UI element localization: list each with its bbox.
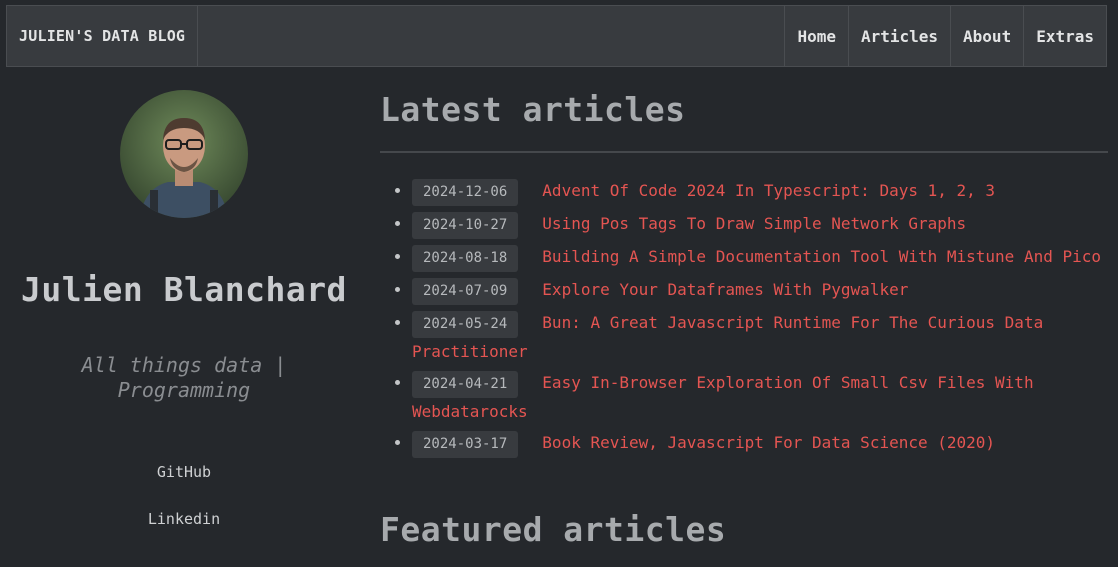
- list-item: 2024-12-06 Advent Of Code 2024 In Typescr…: [412, 177, 1108, 206]
- list-item: 2024-10-27 Using Pos Tags To Draw Simple …: [412, 210, 1108, 239]
- article-date: 2024-10-27: [412, 212, 519, 239]
- article-date: 2024-03-17: [412, 431, 519, 458]
- list-item: 2024-08-18 Building A Simple Documentatio…: [412, 243, 1108, 272]
- article-date: 2024-04-21: [412, 371, 519, 398]
- article-date: 2024-08-18: [412, 245, 519, 272]
- main-content: Latest articles 2024-12-06 Advent Of Code…: [380, 90, 1108, 462]
- author-name: Julien Blanchard: [21, 270, 347, 309]
- article-link[interactable]: Book Review, Javascript For Data Science…: [542, 433, 995, 452]
- article-link[interactable]: Explore Your Dataframes With Pygwalker: [542, 280, 908, 299]
- list-item: 2024-04-21Easy In-Browser Exploration Of…: [412, 369, 1108, 425]
- github-link[interactable]: GitHub: [6, 463, 362, 481]
- nav-articles[interactable]: Articles: [847, 6, 950, 66]
- site-brand-link[interactable]: JULIEN'S DATA BLOG: [7, 6, 199, 66]
- article-link[interactable]: Using Pos Tags To Draw Simple Network Gr…: [542, 214, 966, 233]
- nav-about[interactable]: About: [950, 6, 1023, 66]
- avatar: [120, 90, 248, 218]
- nav-extras[interactable]: Extras: [1023, 6, 1106, 66]
- nav-home[interactable]: Home: [784, 6, 848, 66]
- linkedin-link[interactable]: Linkedin: [6, 510, 362, 528]
- top-navbar: JULIEN'S DATA BLOG Home Articles About E…: [6, 5, 1107, 67]
- latest-articles-heading: Latest articles: [380, 90, 686, 129]
- article-link[interactable]: Building A Simple Documentation Tool Wit…: [542, 247, 1101, 266]
- featured-articles-heading: Featured articles: [380, 510, 727, 549]
- navbar-spacer: [198, 6, 784, 66]
- article-date: 2024-05-24: [412, 311, 519, 338]
- article-date: 2024-12-06: [412, 179, 519, 206]
- list-item: 2024-03-17 Book Review, Javascript For Da…: [412, 429, 1108, 458]
- list-item: 2024-05-24Bun: A Great Javascript Runtim…: [412, 309, 1108, 365]
- avatar-photo: [120, 90, 248, 218]
- author-tagline: All things data | Programming: [81, 353, 287, 402]
- article-date: 2024-07-09: [412, 278, 519, 305]
- article-link[interactable]: Advent Of Code 2024 In Typescript: Days …: [542, 181, 995, 200]
- list-item: 2024-07-09 Explore Your Dataframes With P…: [412, 276, 1108, 305]
- profile-sidebar: Julien Blanchard All things data | Progr…: [6, 90, 362, 528]
- section-divider: [380, 151, 1108, 153]
- latest-articles-list: 2024-12-06 Advent Of Code 2024 In Typescr…: [380, 177, 1108, 458]
